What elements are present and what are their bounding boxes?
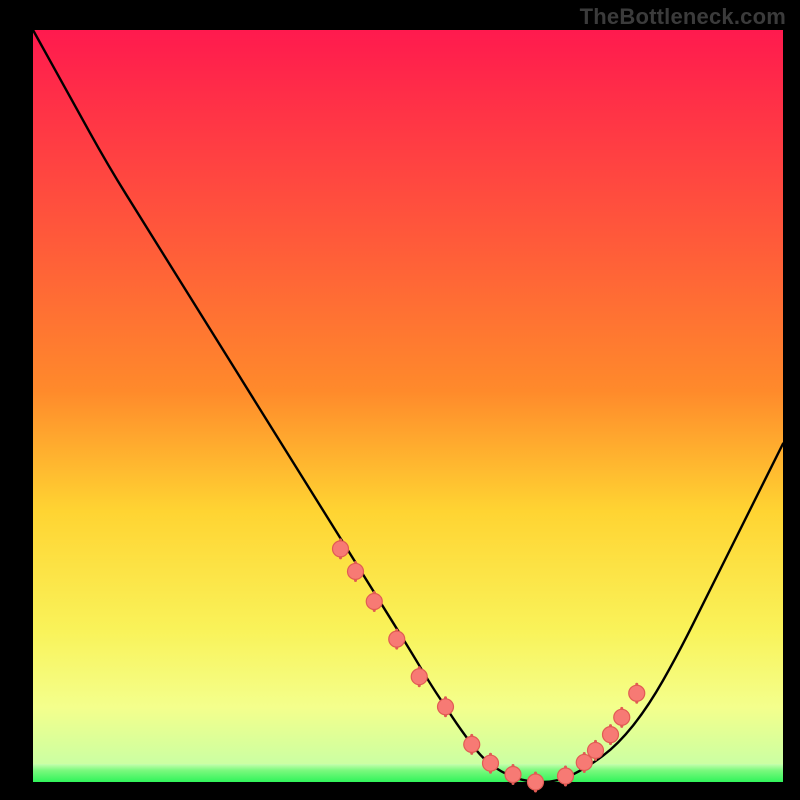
marker-dot: [505, 766, 521, 782]
marker-dot: [528, 774, 544, 790]
chart-stage: TheBottleneck.com: [0, 0, 800, 800]
marker-dot: [614, 709, 630, 725]
bottleneck-chart: [0, 0, 800, 800]
marker-dot: [603, 727, 619, 743]
marker-dot: [629, 685, 645, 701]
marker-dot: [438, 699, 454, 715]
marker-dot: [366, 594, 382, 610]
marker-dot: [558, 768, 574, 784]
marker-dot: [348, 563, 364, 579]
marker-dot: [411, 669, 427, 685]
marker-dot: [389, 631, 405, 647]
marker-dot: [333, 541, 349, 557]
marker-dot: [588, 742, 604, 758]
marker-dot: [464, 736, 480, 752]
green-optimal-band: [33, 764, 783, 782]
marker-dot: [483, 755, 499, 771]
